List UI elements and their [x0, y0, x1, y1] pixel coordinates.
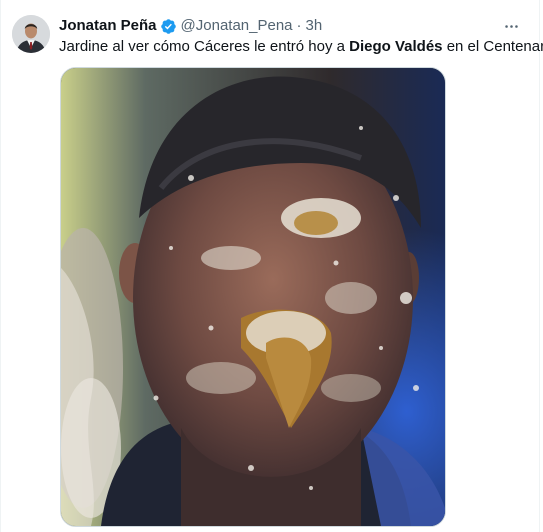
tweet-photo[interactable]	[60, 67, 446, 527]
photo-man-covered-in-cake	[61, 68, 445, 526]
tweet-text-part: en el Centenario	[446, 38, 543, 55]
tweet[interactable]: Jonatan Peña @Jonatan_Pena · 3h Jardine …	[0, 0, 543, 532]
separator-dot: ·	[296, 17, 302, 34]
tweet-text-part: Jardine al ver cómo Cáceres le entró hoy…	[59, 38, 350, 55]
more-options-icon[interactable]	[500, 16, 522, 36]
author-display-name[interactable]: Jonatan Peña	[59, 16, 157, 36]
tweet-timestamp[interactable]: 3h	[306, 16, 323, 36]
author-handle[interactable]: @Jonatan_Pena	[181, 16, 293, 36]
tweet-header: Jonatan Peña @Jonatan_Pena · 3h	[59, 15, 522, 37]
tweet-text-mention: Diego Valdés	[349, 38, 443, 55]
author-avatar[interactable]	[12, 15, 50, 53]
tweet-text: Jardine al ver cómo Cáceres le entró hoy…	[59, 37, 543, 57]
verified-badge-icon	[160, 18, 177, 35]
avatar-image	[12, 15, 50, 53]
